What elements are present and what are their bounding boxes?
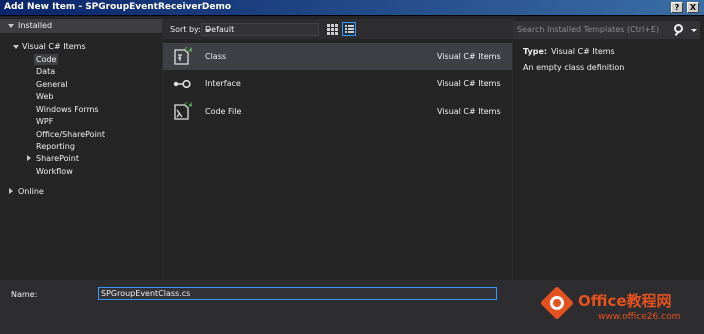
svg-text:C#: C# bbox=[184, 102, 192, 109]
expand-arrow-icon[interactable] bbox=[27, 155, 31, 161]
template-language: Visual C# Items bbox=[437, 79, 501, 88]
type-value: Visual C# Items bbox=[551, 47, 615, 56]
tree-item-office-sharepoint[interactable]: Office/SharePoint bbox=[36, 130, 105, 139]
tree-item-windows-forms[interactable]: Windows Forms bbox=[36, 105, 99, 114]
watermark-brand: Office教程网 bbox=[578, 292, 672, 310]
template-language: Visual C# Items bbox=[437, 52, 501, 61]
name-label: Name: bbox=[11, 290, 38, 299]
watermark-logo-ring-icon bbox=[550, 296, 564, 310]
svg-text:C#: C# bbox=[184, 47, 192, 54]
template-name: Class bbox=[205, 52, 227, 61]
template-tree-pane bbox=[0, 16, 162, 280]
tree-item-reporting[interactable]: Reporting bbox=[36, 142, 75, 151]
chevron-down-icon bbox=[205, 29, 211, 32]
template-item-interface[interactable]: Interface Visual C# Items bbox=[163, 70, 512, 97]
tree-item-data[interactable]: Data bbox=[36, 67, 55, 76]
window-title-bar: Add New Item - SPGroupEventReceiverDemo … bbox=[0, 0, 704, 16]
name-input[interactable]: SPGroupEventClass.cs bbox=[98, 287, 497, 300]
small-icons-view-button[interactable] bbox=[325, 22, 339, 36]
template-name: Interface bbox=[205, 79, 241, 88]
tree-item-wpf[interactable]: WPF bbox=[36, 117, 53, 126]
tree-item-workflow[interactable]: Workflow bbox=[36, 167, 73, 176]
installed-label: Installed bbox=[18, 21, 53, 30]
interface-icon bbox=[173, 79, 191, 89]
online-label[interactable]: Online bbox=[18, 187, 44, 196]
template-language: Visual C# Items bbox=[437, 107, 501, 116]
template-description: An empty class definition bbox=[523, 63, 625, 72]
tree-item-sharepoint[interactable]: SharePoint bbox=[36, 154, 79, 163]
expand-triangle-icon[interactable] bbox=[13, 45, 19, 49]
watermark-site: www.office26.com bbox=[598, 312, 681, 322]
chevron-down-icon[interactable] bbox=[691, 29, 697, 32]
search-box[interactable]: Search Installed Templates (Ctrl+E) bbox=[513, 21, 700, 39]
class-icon: C# bbox=[174, 47, 192, 65]
template-item-class[interactable]: C# Class Visual C# Items bbox=[163, 43, 512, 70]
type-info: Type: Visual C# Items bbox=[523, 47, 615, 56]
collapse-triangle-icon[interactable] bbox=[8, 24, 14, 28]
sort-by-label: Sort by: bbox=[170, 25, 201, 34]
tree-item-web[interactable]: Web bbox=[36, 92, 53, 101]
tree-item-visual-csharp-items[interactable]: Visual C# Items bbox=[22, 42, 86, 51]
window-title: Add New Item - SPGroupEventReceiverDemo bbox=[4, 2, 232, 12]
code-file-icon: C# bbox=[174, 102, 192, 120]
sort-by-dropdown[interactable]: Default bbox=[201, 23, 319, 36]
close-button[interactable]: X bbox=[687, 2, 699, 13]
template-item-code-file[interactable]: C# Code File Visual C# Items bbox=[163, 98, 512, 125]
help-button[interactable]: ? bbox=[671, 2, 683, 13]
tree-item-general[interactable]: General bbox=[36, 80, 68, 89]
template-name: Code File bbox=[205, 107, 242, 116]
watermark: Office教程网 www.office26.com bbox=[540, 286, 704, 334]
list-view-button[interactable] bbox=[342, 22, 356, 36]
expand-arrow-icon[interactable] bbox=[9, 188, 13, 194]
tree-item-code[interactable]: Code bbox=[36, 55, 56, 64]
search-placeholder: Search Installed Templates (Ctrl+E) bbox=[517, 25, 660, 34]
type-label: Type: bbox=[523, 47, 548, 56]
